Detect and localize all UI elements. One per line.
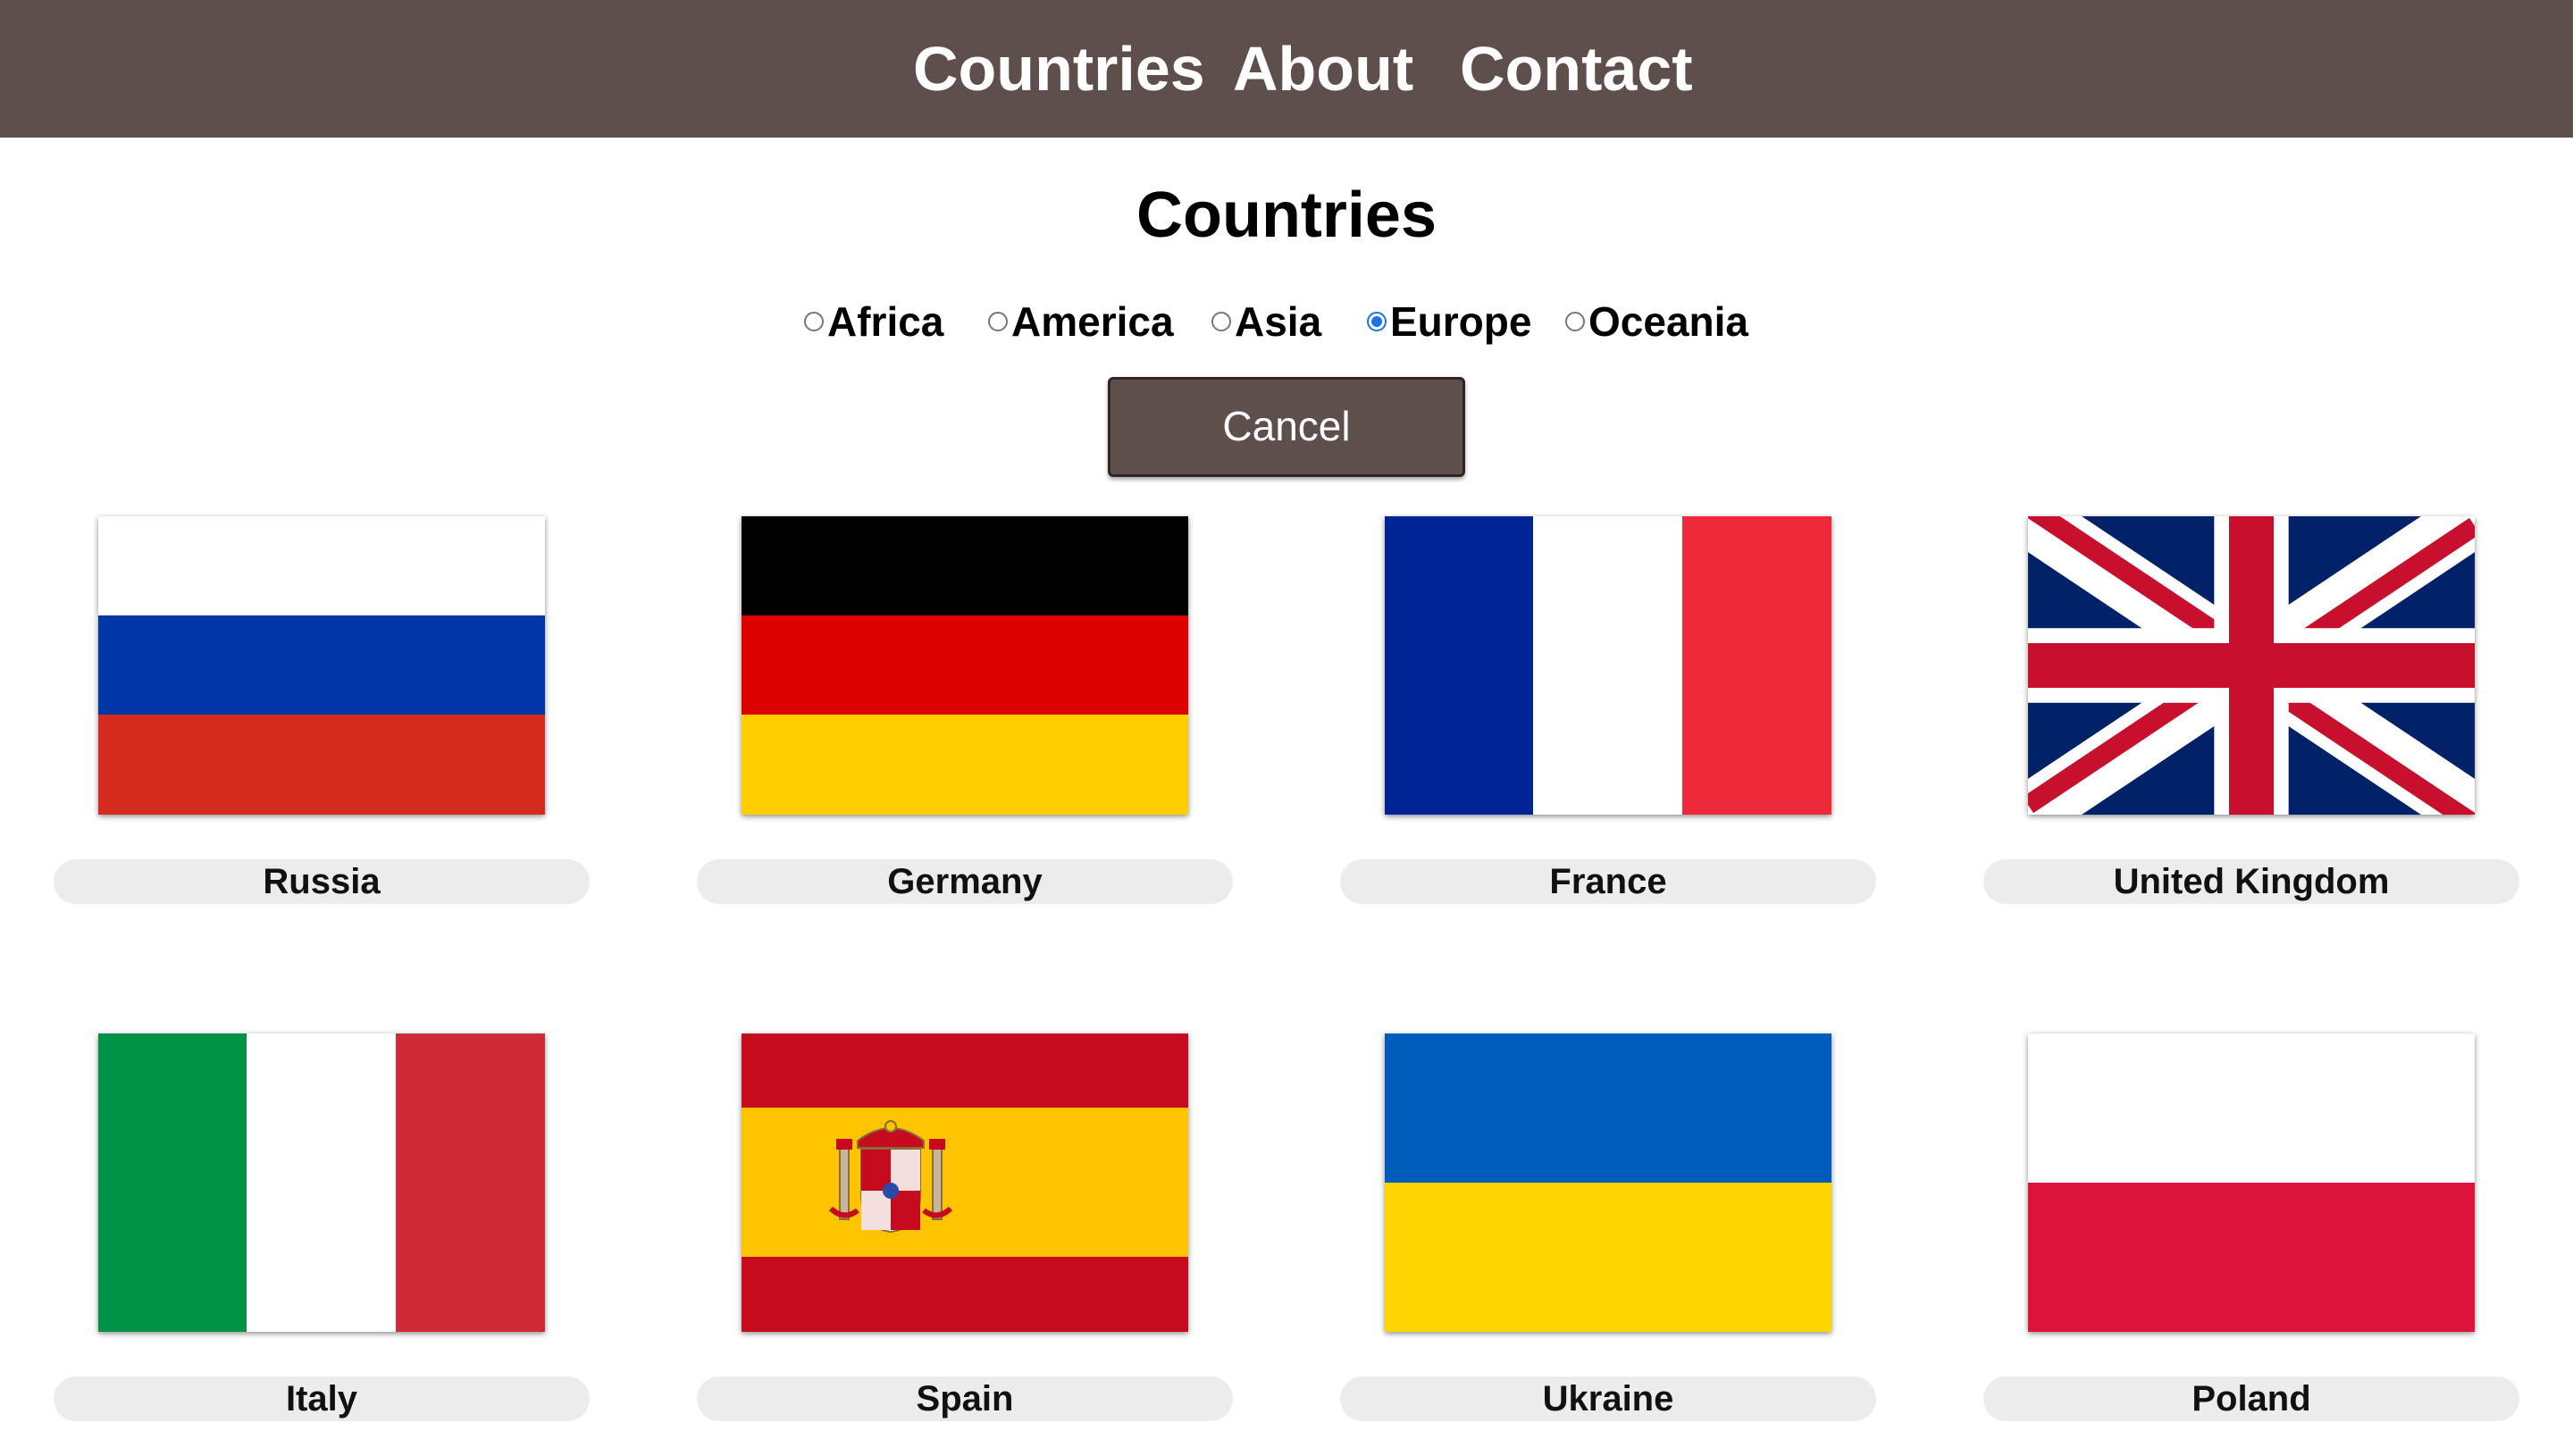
italy-flag-icon bbox=[98, 1033, 545, 1332]
country-card-russia[interactable]: Russia bbox=[54, 516, 590, 927]
spain-flag-icon bbox=[742, 1033, 1188, 1332]
region-option-america[interactable]: America bbox=[988, 295, 1174, 348]
france-flag-icon bbox=[1385, 516, 1831, 815]
country-card-france[interactable]: France bbox=[1340, 516, 1876, 927]
region-label-asia: Asia bbox=[1235, 298, 1322, 345]
cancel-button[interactable]: Cancel bbox=[1108, 377, 1465, 477]
country-name: Russia bbox=[54, 859, 590, 904]
radio-button-africa[interactable] bbox=[804, 312, 824, 331]
region-label-africa: Africa bbox=[827, 298, 944, 345]
country-name: Germany bbox=[697, 859, 1233, 904]
nav-link-countries[interactable]: Countries bbox=[913, 0, 1205, 138]
page-title: Countries bbox=[1136, 180, 1437, 251]
region-label-europe: Europe bbox=[1390, 298, 1532, 345]
russia-flag-icon bbox=[98, 516, 545, 815]
country-card-italy[interactable]: Italy bbox=[54, 1033, 590, 1444]
united-kingdom-flag-icon bbox=[2028, 516, 2475, 815]
radio-button-asia[interactable] bbox=[1211, 312, 1231, 331]
country-name: Spain bbox=[697, 1377, 1233, 1421]
region-option-oceania[interactable]: Oceania bbox=[1565, 295, 1748, 348]
region-label-america: America bbox=[1011, 298, 1174, 345]
radio-button-america[interactable] bbox=[988, 312, 1008, 331]
region-option-europe[interactable]: Europe bbox=[1367, 295, 1531, 348]
country-name: Italy bbox=[54, 1377, 590, 1421]
germany-flag-icon bbox=[742, 516, 1188, 815]
country-name: France bbox=[1340, 859, 1876, 904]
radio-button-oceania[interactable] bbox=[1565, 312, 1585, 331]
country-name: Poland bbox=[1983, 1377, 2519, 1421]
radio-button-europe[interactable] bbox=[1367, 312, 1387, 331]
country-card-germany[interactable]: Germany bbox=[697, 516, 1233, 927]
region-option-africa[interactable]: Africa bbox=[804, 295, 943, 348]
country-card-ukraine[interactable]: Ukraine bbox=[1340, 1033, 1876, 1444]
ukraine-flag-icon bbox=[1385, 1033, 1831, 1332]
region-label-oceania: Oceania bbox=[1588, 298, 1748, 345]
top-navbar: Countries About Contact bbox=[0, 0, 2573, 138]
region-option-asia[interactable]: Asia bbox=[1211, 295, 1321, 348]
country-name: Ukraine bbox=[1340, 1377, 1876, 1421]
nav-link-about[interactable]: About bbox=[1233, 0, 1413, 138]
country-card-poland[interactable]: Poland bbox=[1983, 1033, 2519, 1444]
country-card-spain[interactable]: Spain bbox=[697, 1033, 1233, 1444]
nav-link-contact[interactable]: Contact bbox=[1460, 0, 1693, 138]
country-card-united-kingdom[interactable]: United Kingdom bbox=[1983, 516, 2519, 927]
country-name: United Kingdom bbox=[1983, 859, 2519, 904]
poland-flag-icon bbox=[2028, 1033, 2475, 1332]
